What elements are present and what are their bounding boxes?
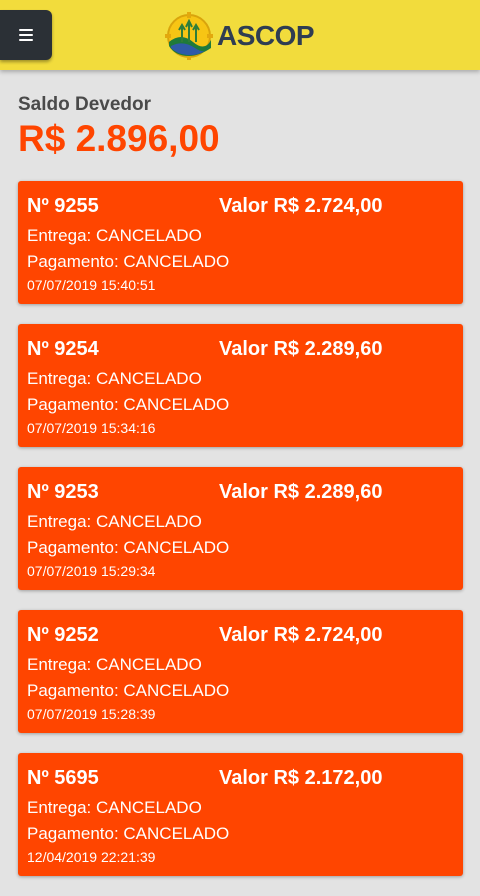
hamburger-menu-icon <box>19 29 33 41</box>
order-date: 07/07/2019 15:40:51 <box>27 277 156 293</box>
order-card[interactable]: Nº 9253 Valor R$ 2.289,60 Entrega: CANCE… <box>18 467 463 590</box>
order-delivery-status: Entrega: CANCELADO <box>27 226 202 245</box>
order-date: 07/07/2019 15:34:16 <box>27 420 156 436</box>
order-value: Valor R$ 2.172,00 <box>219 767 383 789</box>
order-card[interactable]: Nº 5695 Valor R$ 2.172,00 Entrega: CANCE… <box>18 753 463 876</box>
order-list: Nº 9255 Valor R$ 2.724,00 Entrega: CANCE… <box>18 181 463 896</box>
menu-button[interactable] <box>0 10 52 60</box>
order-payment-status: Pagamento: CANCELADO <box>27 395 230 414</box>
order-delivery-status: Entrega: CANCELADO <box>27 655 202 674</box>
logo-text: ASCOP <box>217 20 315 51</box>
order-value: Valor R$ 2.724,00 <box>219 624 383 646</box>
order-delivery-status: Entrega: CANCELADO <box>27 512 202 531</box>
order-number: Nº 5695 <box>27 767 99 789</box>
ascop-logo-emblem-icon <box>165 12 213 60</box>
balance-label: Saldo Devedor <box>18 94 152 115</box>
order-payment-status: Pagamento: CANCELADO <box>27 538 230 557</box>
order-payment-status: Pagamento: CANCELADO <box>27 681 230 700</box>
ascop-logo: ASCOP <box>163 12 315 60</box>
order-number: Nº 9255 <box>27 195 99 217</box>
order-delivery-status: Entrega: CANCELADO <box>27 369 202 388</box>
order-card[interactable]: Nº 9252 Valor R$ 2.724,00 Entrega: CANCE… <box>18 610 463 733</box>
top-app-bar: ASCOP <box>0 0 480 70</box>
order-card[interactable]: Nº 9255 Valor R$ 2.724,00 Entrega: CANCE… <box>18 181 463 304</box>
order-delivery-status: Entrega: CANCELADO <box>27 798 202 817</box>
order-date: 07/07/2019 15:28:39 <box>27 706 156 722</box>
order-value: Valor R$ 2.724,00 <box>219 195 383 217</box>
order-number: Nº 9252 <box>27 624 99 646</box>
order-date: 12/04/2019 22:21:39 <box>27 849 156 865</box>
order-card[interactable]: Nº 9254 Valor R$ 2.289,60 Entrega: CANCE… <box>18 324 463 447</box>
order-value: Valor R$ 2.289,60 <box>219 481 383 503</box>
order-number: Nº 9253 <box>27 481 99 503</box>
order-payment-status: Pagamento: CANCELADO <box>27 252 230 271</box>
order-number: Nº 9254 <box>27 338 99 360</box>
order-value: Valor R$ 2.289,60 <box>219 338 383 360</box>
balance-value: R$ 2.896,00 <box>18 118 220 159</box>
order-payment-status: Pagamento: CANCELADO <box>27 824 230 843</box>
order-date: 07/07/2019 15:29:34 <box>27 563 156 579</box>
